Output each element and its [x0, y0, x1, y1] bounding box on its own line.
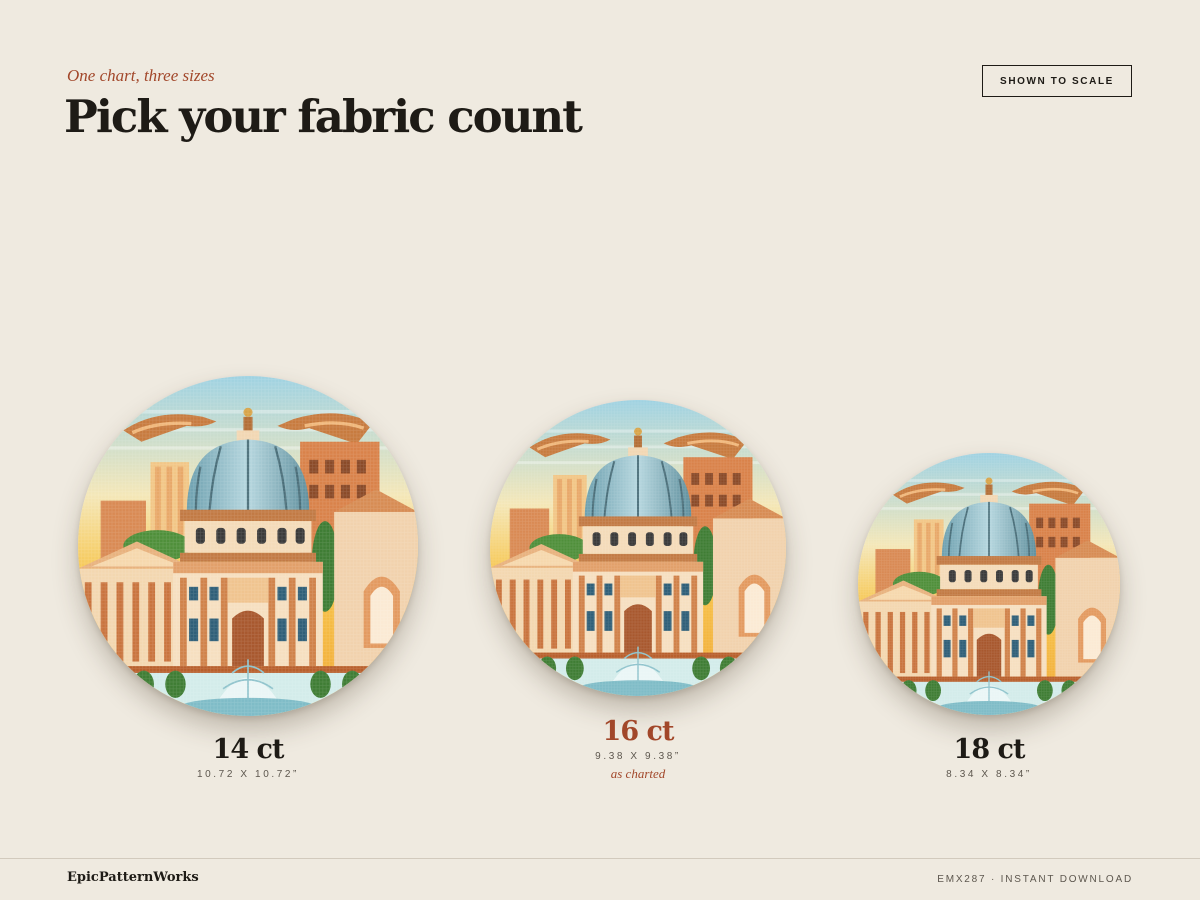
shown-to-scale-badge: SHOWN TO SCALE [982, 65, 1132, 97]
rome-skyline-artwork [858, 453, 1120, 715]
page-title: Pick your fabric count [64, 90, 583, 143]
hoop-preview-16ct [490, 400, 786, 696]
rome-skyline-artwork [78, 376, 418, 716]
finished-dimensions: 8.34 X 8.34” [946, 769, 1032, 780]
as-charted-note: as charted [610, 766, 666, 781]
size-label-16ct: 16 ct 9.38 X 9.38” as charted [518, 716, 758, 782]
kicker-subtitle: One chart, three sizes [67, 66, 215, 85]
size-label-18ct: 18 ct 8.34 X 8.34” [869, 734, 1109, 780]
fabric-count: 16 ct [602, 716, 675, 747]
sku-label: EMX287 · INSTANT DOWNLOAD [937, 874, 1133, 885]
rome-skyline-artwork [490, 400, 786, 696]
finished-dimensions: 9.38 X 9.38” [595, 751, 681, 762]
hoop-preview-14ct [78, 376, 418, 716]
size-label-14ct: 14 ct 10.72 X 10.72” [128, 734, 368, 780]
fabric-count: 18 ct [953, 734, 1026, 765]
finished-dimensions: 10.72 X 10.72” [196, 769, 299, 780]
fabric-count: 14 ct [212, 734, 285, 765]
hoop-preview-18ct [858, 453, 1120, 715]
footer-divider [0, 858, 1200, 859]
brand-name: EpicPatternWorks [67, 870, 199, 885]
